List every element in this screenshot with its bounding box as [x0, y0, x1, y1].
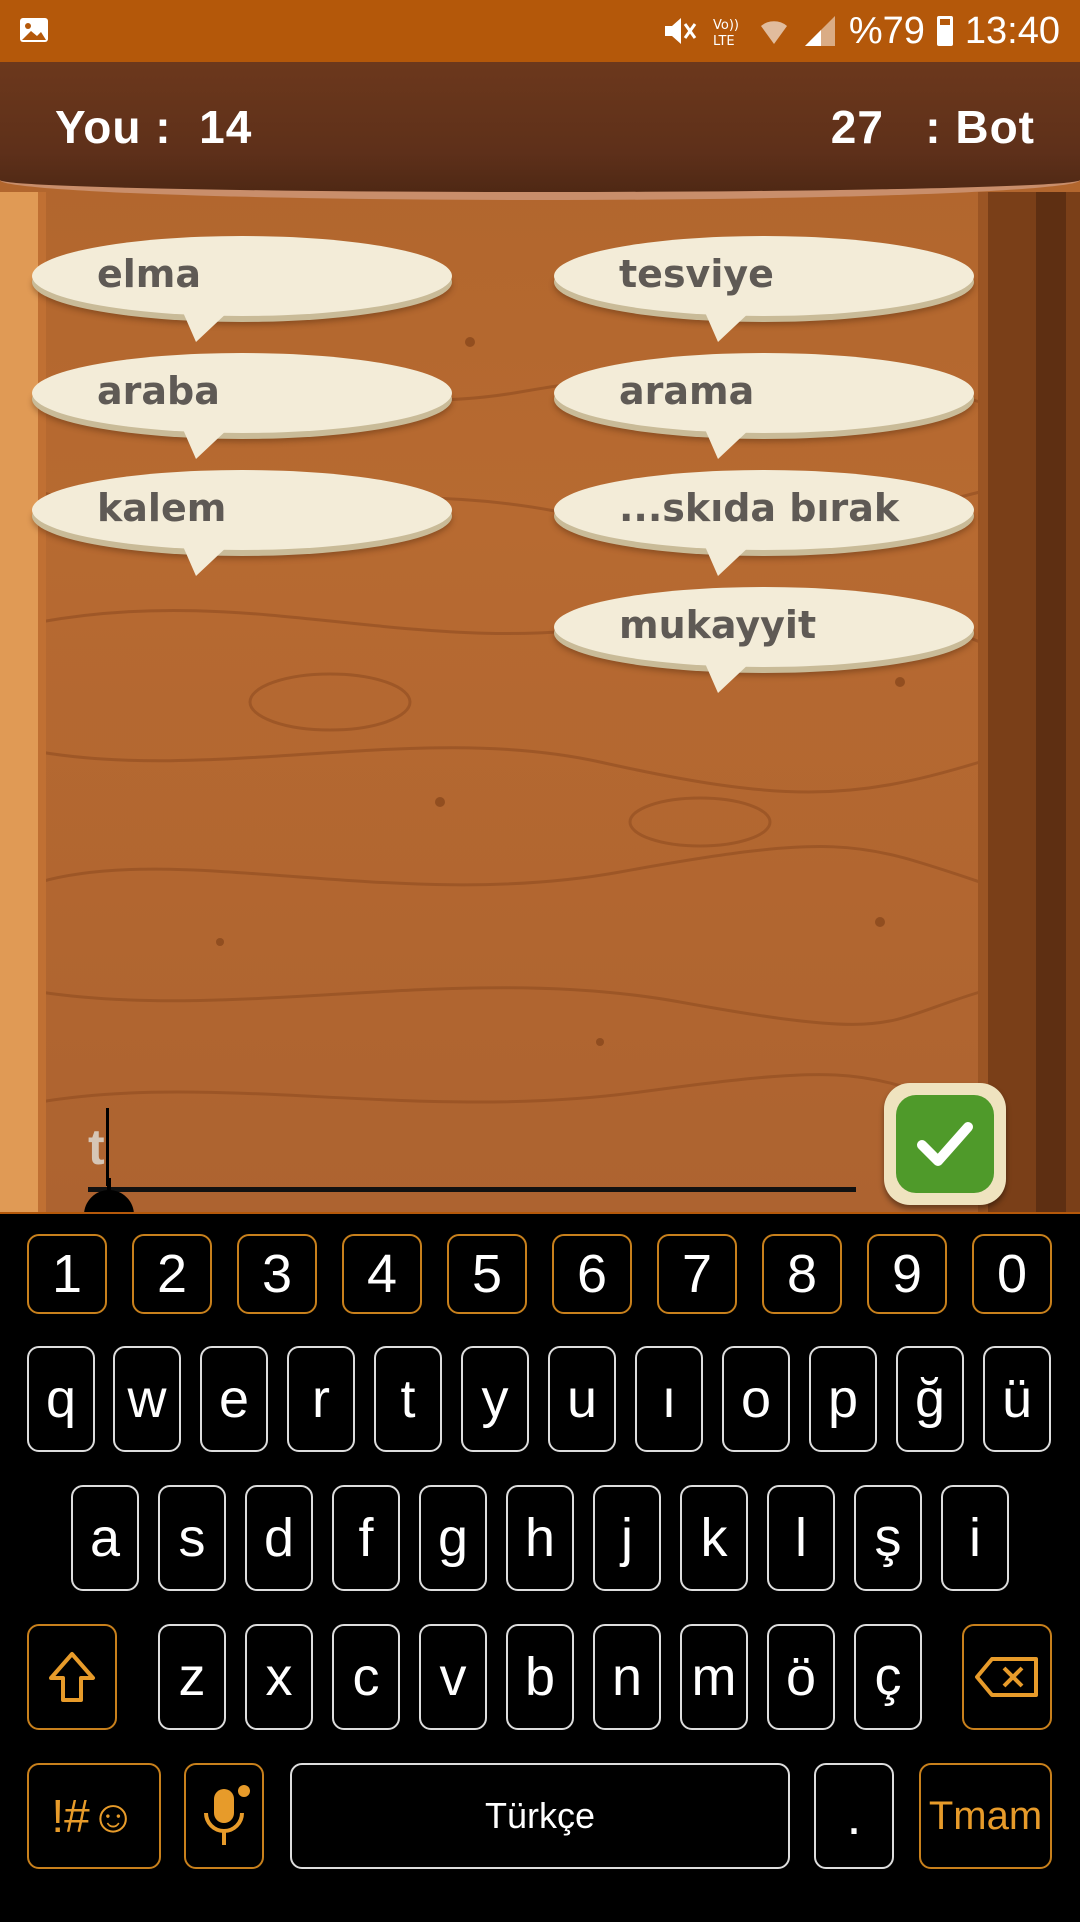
key-n[interactable]: n: [593, 1624, 661, 1730]
voice-input-key[interactable]: [184, 1763, 264, 1869]
status-icons: Vo)) LTE %79 13:40: [661, 8, 1060, 54]
key-c-cedilla[interactable]: ç: [854, 1624, 922, 1730]
key-o-umlaut[interactable]: ö: [767, 1624, 835, 1730]
left-wood-edge: [0, 192, 46, 1212]
key-e[interactable]: e: [200, 1346, 268, 1452]
backspace-icon: [975, 1657, 1038, 1697]
key-3[interactable]: 3: [237, 1234, 317, 1314]
shift-key[interactable]: [27, 1624, 117, 1730]
key-y[interactable]: y: [461, 1346, 529, 1452]
key-x[interactable]: x: [245, 1624, 313, 1730]
player-word-bubble: elma: [32, 236, 452, 342]
key-8[interactable]: 8: [762, 1234, 842, 1314]
key-2[interactable]: 2: [132, 1234, 212, 1314]
key-7[interactable]: 7: [657, 1234, 737, 1314]
key-u[interactable]: u: [548, 1346, 616, 1452]
bot-word-bubble: arama: [554, 353, 974, 459]
svg-text:Vo)): Vo)): [713, 18, 739, 33]
bot-score: 27 : Bot: [830, 101, 1035, 153]
right-wood-edge: [978, 192, 1080, 1212]
key-h[interactable]: h: [506, 1485, 574, 1591]
input-underline: [88, 1187, 856, 1192]
key-6[interactable]: 6: [552, 1234, 632, 1314]
key-p[interactable]: p: [809, 1346, 877, 1452]
key-k[interactable]: k: [680, 1485, 748, 1591]
text-cursor: [106, 1108, 109, 1186]
word-input[interactable]: t: [88, 1108, 856, 1192]
key-v[interactable]: v: [419, 1624, 487, 1730]
space-key[interactable]: Türkçe: [290, 1763, 790, 1869]
clock: 13:40: [964, 9, 1060, 52]
check-icon: [917, 1122, 973, 1166]
symbols-key[interactable]: !#☺: [27, 1763, 161, 1869]
backspace-key[interactable]: [962, 1624, 1052, 1730]
key-dotless-i[interactable]: ı: [635, 1346, 703, 1452]
keyboard: 1 2 3 4 5 6 7 8 9 0 q w e r t y u ı o p …: [0, 1212, 1080, 1922]
key-q[interactable]: q: [27, 1346, 95, 1452]
key-j[interactable]: j: [593, 1485, 661, 1591]
period-key[interactable]: .: [814, 1763, 894, 1869]
signal-icon: [804, 16, 835, 46]
submit-word-button[interactable]: [884, 1083, 1006, 1205]
key-g-breve[interactable]: ğ: [896, 1346, 964, 1452]
battery-icon: [936, 16, 953, 46]
key-c[interactable]: c: [332, 1624, 400, 1730]
battery-percent: %79: [848, 9, 925, 52]
key-a[interactable]: a: [71, 1485, 139, 1591]
player-word-bubble: kalem: [32, 470, 452, 576]
key-b[interactable]: b: [506, 1624, 574, 1730]
status-bar: Vo)) LTE %79 13:40: [0, 0, 1080, 62]
key-d[interactable]: d: [245, 1485, 313, 1591]
player-score: You : 14: [55, 101, 253, 153]
key-s-cedilla[interactable]: ş: [854, 1485, 922, 1591]
key-f[interactable]: f: [332, 1485, 400, 1591]
key-1[interactable]: 1: [27, 1234, 107, 1314]
key-s[interactable]: s: [158, 1485, 226, 1591]
svg-text:LTE: LTE: [713, 34, 735, 48]
key-g[interactable]: g: [419, 1485, 487, 1591]
wifi-icon: [760, 21, 787, 44]
key-o[interactable]: o: [722, 1346, 790, 1452]
key-z[interactable]: z: [158, 1624, 226, 1730]
key-u-umlaut[interactable]: ü: [983, 1346, 1051, 1452]
word-input-value: t: [88, 1119, 105, 1175]
key-w[interactable]: w: [113, 1346, 181, 1452]
key-4[interactable]: 4: [342, 1234, 422, 1314]
key-l[interactable]: l: [767, 1485, 835, 1591]
key-t[interactable]: t: [374, 1346, 442, 1452]
done-key[interactable]: Tmam: [919, 1763, 1052, 1869]
player-word-bubble: araba: [32, 353, 452, 459]
key-r[interactable]: r: [287, 1346, 355, 1452]
bot-word-bubble: tesviye: [554, 236, 974, 342]
key-5[interactable]: 5: [447, 1234, 527, 1314]
mute-icon: [664, 18, 697, 44]
volte-icon: Vo))LTE: [713, 18, 739, 48]
image-icon: [18, 14, 50, 46]
bot-word-bubble: ...skıda bırak: [554, 470, 974, 576]
game-board: You : 14 27 : Bot elma araba kalem tesvi…: [0, 62, 1080, 1212]
key-m[interactable]: m: [680, 1624, 748, 1730]
microphone-icon: [204, 1785, 250, 1845]
score-bar: You : 14 27 : Bot: [0, 62, 1080, 200]
shift-icon: [49, 1652, 95, 1702]
key-0[interactable]: 0: [972, 1234, 1052, 1314]
key-i[interactable]: i: [941, 1485, 1009, 1591]
bot-word-bubble: mukayyit: [554, 587, 974, 693]
key-9[interactable]: 9: [867, 1234, 947, 1314]
